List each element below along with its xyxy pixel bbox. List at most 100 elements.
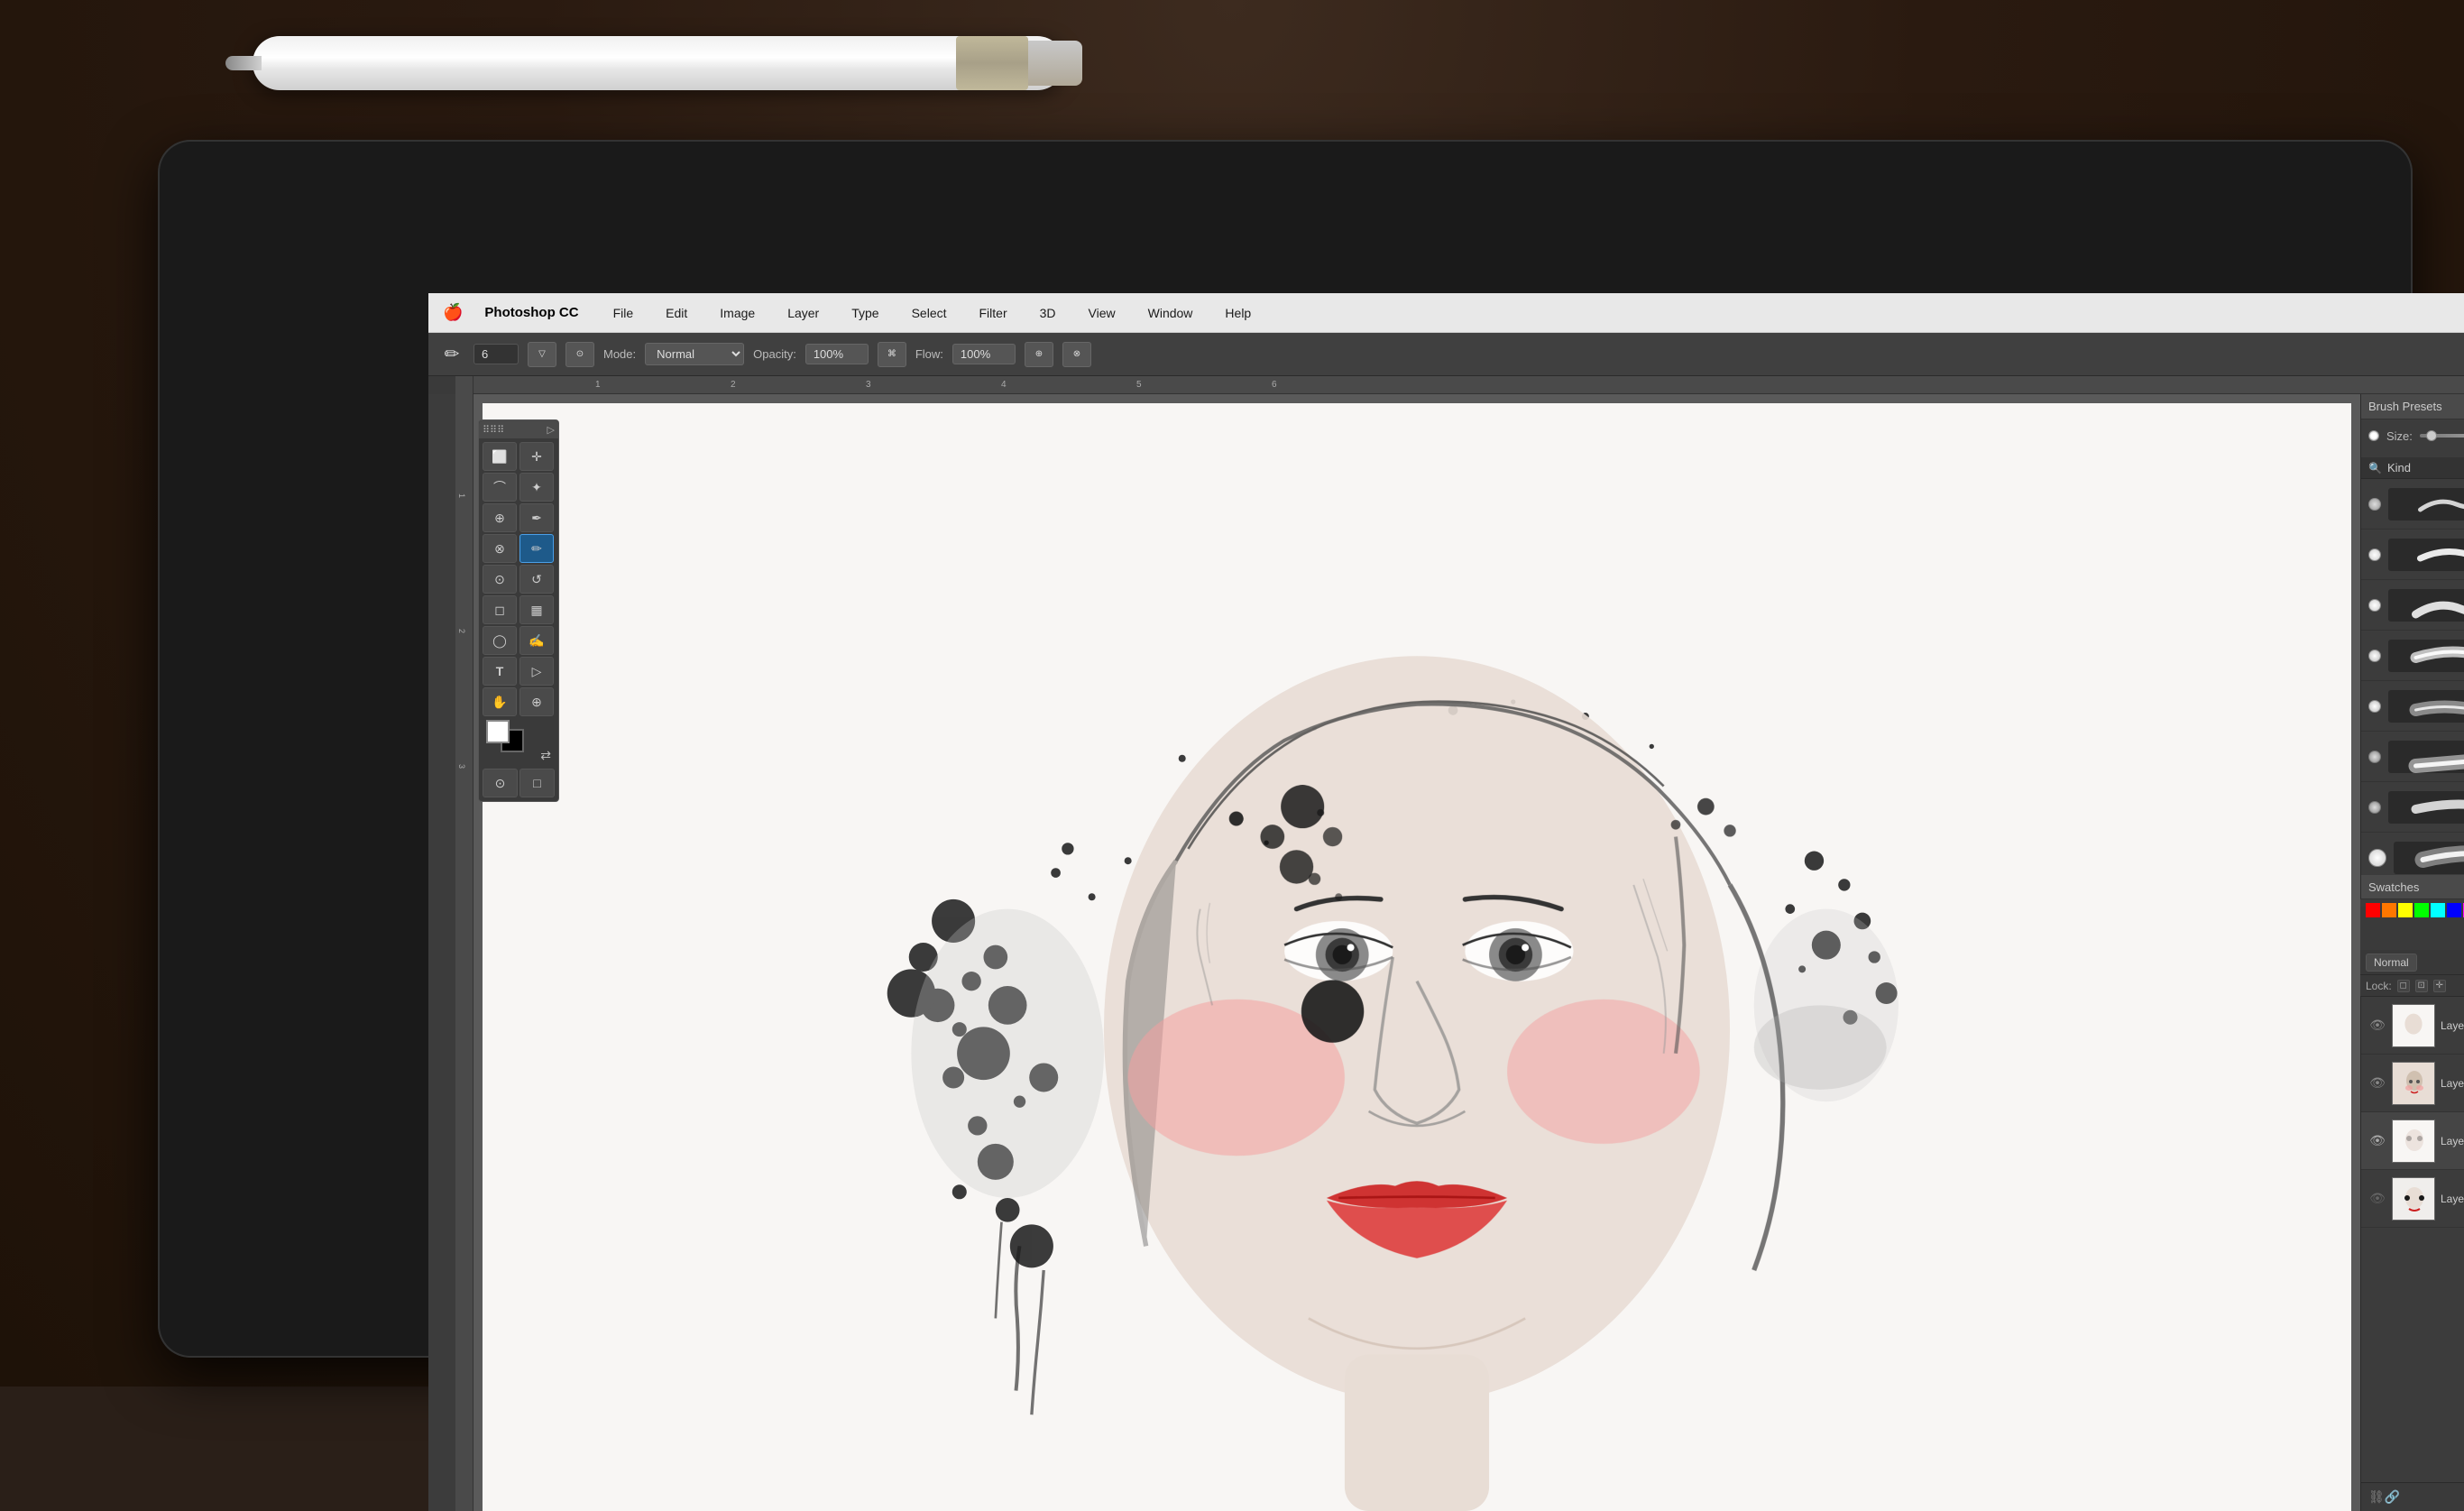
toolbox-expand-button[interactable]: ▷ — [547, 424, 555, 436]
brush-item-4[interactable] — [2361, 631, 2464, 681]
hand-tool-button[interactable]: ✋ — [483, 687, 517, 716]
layer-2-name: Layer 2 — [2441, 1077, 2464, 1090]
swatch-cyan[interactable] — [2431, 903, 2445, 917]
brush-size-thumb[interactable] — [2426, 430, 2437, 441]
clone-stamp-button[interactable]: ⊙ — [483, 565, 517, 594]
smoothing-button[interactable]: ⊗ — [1062, 342, 1091, 367]
brush-tool-button[interactable]: ✏ — [519, 534, 554, 563]
menu-layer[interactable]: Layer — [782, 304, 824, 322]
layer-1-visibility-icon[interactable]: 👁 — [2368, 1017, 2386, 1035]
layer-item-2[interactable]: 👁 Layer 2 — [2361, 1055, 2464, 1112]
swap-colors-button[interactable]: ⇄ — [540, 748, 551, 763]
horizontal-ruler: 1 2 3 4 5 6 — [473, 376, 2464, 394]
toolbox-extra-buttons: ⊙ □ — [483, 769, 555, 797]
menu-help[interactable]: Help — [1219, 304, 1256, 322]
camera-tool-button[interactable]: ⊙ — [483, 769, 518, 797]
brush-item-7[interactable] — [2361, 782, 2464, 833]
airbrush-button[interactable]: ⊙ — [565, 342, 594, 367]
marquee-tool-button[interactable]: ⬜ — [483, 442, 517, 471]
swatch-green[interactable] — [2414, 903, 2429, 917]
ruler-mark-6: 6 — [1272, 380, 1277, 390]
menu-view[interactable]: View — [1083, 304, 1121, 322]
brush-size-slider[interactable] — [2420, 434, 2464, 438]
brush-item-2[interactable] — [2361, 530, 2464, 580]
layer-3-visibility-icon[interactable]: 👁 — [2368, 1132, 2386, 1150]
text-tool-button[interactable]: T — [483, 657, 517, 686]
layers-panel: 👁 Layer 1 👁 Layer 2 👁 — [2360, 997, 2464, 1511]
ruler-mark-4: 4 — [1001, 380, 1007, 390]
app-name: Photoshop CC — [484, 305, 578, 320]
lock-label: Lock: — [2366, 980, 2392, 992]
brush-size-input[interactable] — [473, 344, 519, 364]
layer-4-visibility-icon[interactable]: 👁 — [2368, 1190, 2386, 1208]
heal-tool-button[interactable]: ⊗ — [483, 534, 517, 563]
eyedropper-button[interactable]: ✒ — [519, 503, 554, 532]
brush-6-size-indicator — [2368, 751, 2381, 763]
ruler-vmark-2: 2 — [457, 629, 466, 633]
brush-size-indicator — [2368, 430, 2379, 441]
history-brush-button[interactable]: ↺ — [519, 565, 554, 594]
layer-4-thumbnail — [2392, 1177, 2435, 1221]
dodge-tool-button[interactable]: ◯ — [483, 626, 517, 655]
3d-tool-button[interactable]: □ — [519, 769, 555, 797]
layers-bottom-toolbar: ⛓ 🔗 fx ⊡ ◑ ▦ + 🗑 — [2361, 1482, 2464, 1511]
swatch-red[interactable] — [2366, 903, 2380, 917]
swatch-blue[interactable] — [2447, 903, 2461, 917]
toolbox: ⠿⠿⠿ ▷ ⬜ ✛ ⌒ ✦ ⊕ ✒ ⊗ ✏ ⊙ ↺ ◻ ▦ ◯ ✍ T ▷ ✋ — [478, 419, 559, 802]
layer-item-1[interactable]: 👁 Layer 1 — [2361, 997, 2464, 1055]
crop-tool-button[interactable]: ⊕ — [483, 503, 517, 532]
brush-kind-label: Kind — [2387, 461, 2411, 474]
ruler-vmark-1: 1 — [457, 493, 466, 498]
brush-2-preview — [2388, 539, 2464, 571]
flow-input[interactable] — [952, 344, 1016, 364]
menu-type[interactable]: Type — [846, 304, 884, 322]
layer-link-icon: 🔗 — [2385, 1489, 2400, 1505]
brush-presets-header: Brush Presets ≫ — [2361, 394, 2464, 419]
mode-select[interactable]: Normal Multiply Screen Overlay — [645, 343, 744, 365]
layer-2-visibility-icon[interactable]: 👁 — [2368, 1074, 2386, 1092]
layer-item-4[interactable]: 👁 Layer 4 — [2361, 1170, 2464, 1228]
brush-stroke-list[interactable] — [2361, 479, 2464, 885]
lock-pixels-button[interactable]: ⊡ — [2415, 980, 2428, 992]
lock-position-button[interactable]: ✛ — [2433, 980, 2446, 992]
opacity-options-button[interactable]: ⌘ — [878, 342, 906, 367]
brush-tool-icon: ✏ — [439, 342, 464, 367]
brush-item-5[interactable] — [2361, 681, 2464, 732]
lasso-tool-button[interactable]: ⌒ — [483, 473, 517, 502]
brush-options-button[interactable]: ▽ — [528, 342, 556, 367]
menu-file[interactable]: File — [608, 304, 639, 322]
swatch-yellow[interactable] — [2398, 903, 2413, 917]
brush-item-6[interactable] — [2361, 732, 2464, 782]
brush-size-row: Size: 6 px ⊞ — [2368, 425, 2464, 447]
move-tool-button[interactable]: ✛ — [519, 442, 554, 471]
canvas-area — [473, 394, 2360, 1511]
magic-wand-button[interactable]: ✦ — [519, 473, 554, 502]
shape-tool-button[interactable]: ▷ — [519, 657, 554, 686]
eraser-tool-button[interactable]: ◻ — [483, 595, 517, 624]
brush-5-preview — [2388, 690, 2464, 723]
flow-options-button[interactable]: ⊕ — [1025, 342, 1053, 367]
painting-canvas[interactable] — [483, 403, 2351, 1511]
menu-window[interactable]: Window — [1143, 304, 1199, 322]
brush-item-1[interactable] — [2361, 479, 2464, 530]
menu-select[interactable]: Select — [906, 304, 952, 322]
lock-transparent-button[interactable]: ◻ — [2397, 980, 2410, 992]
opacity-input[interactable] — [805, 344, 869, 364]
swatch-orange[interactable] — [2382, 903, 2396, 917]
layer-item-3[interactable]: 👁 Layer 3 — [2361, 1112, 2464, 1170]
foreground-color-swatch[interactable] — [486, 720, 510, 743]
menu-3d[interactable]: 3D — [1034, 304, 1062, 322]
menu-image[interactable]: Image — [714, 304, 760, 322]
toolbox-grid: ⬜ ✛ ⌒ ✦ ⊕ ✒ ⊗ ✏ ⊙ ↺ ◻ ▦ ◯ ✍ T ▷ ✋ ⊕ — [483, 442, 555, 716]
screen: 🍎 Photoshop CC File Edit Image Layer Typ… — [428, 293, 2464, 1511]
layers-blend-mode-select[interactable]: Normal — [2366, 954, 2417, 972]
gradient-tool-button[interactable]: ▦ — [519, 595, 554, 624]
layer-2-thumbnail — [2392, 1062, 2435, 1105]
brush-7-preview — [2388, 791, 2464, 824]
brush-item-3[interactable] — [2361, 580, 2464, 631]
zoom-tool-button[interactable]: ⊕ — [519, 687, 554, 716]
brush-8-preview — [2394, 842, 2464, 874]
pen-tool-button[interactable]: ✍ — [519, 626, 554, 655]
menu-filter[interactable]: Filter — [974, 304, 1013, 322]
menu-edit[interactable]: Edit — [660, 304, 693, 322]
